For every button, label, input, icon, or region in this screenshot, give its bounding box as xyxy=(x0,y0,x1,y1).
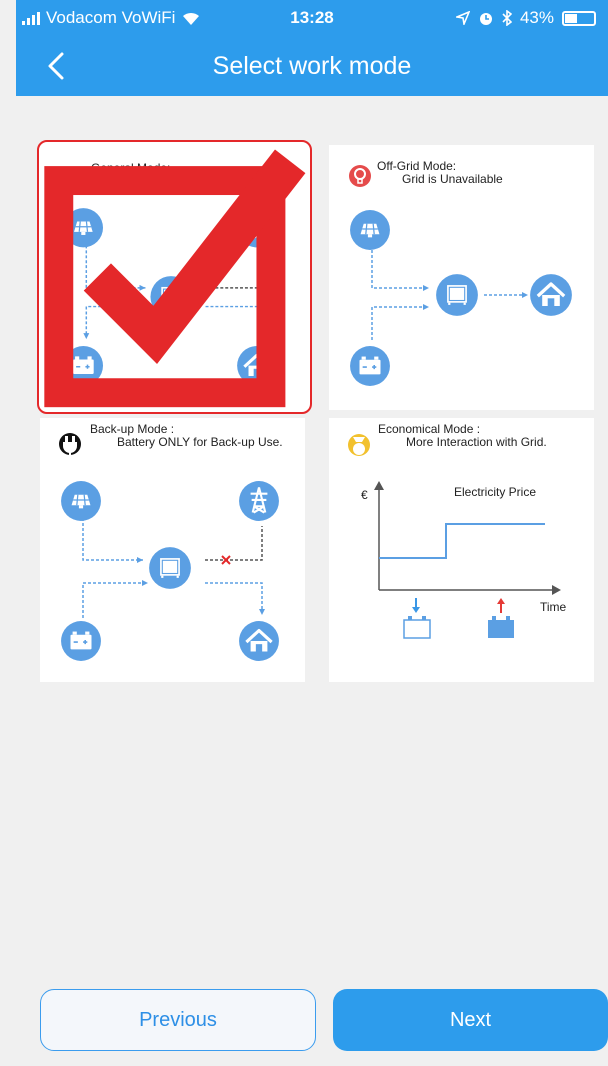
inverter-icon xyxy=(435,273,479,317)
alarm-icon xyxy=(479,13,492,25)
mode-subtitle: Grid is Unavailable xyxy=(402,172,503,186)
battery-icon xyxy=(349,345,391,387)
bluetooth-icon xyxy=(502,10,512,26)
location-icon xyxy=(455,11,470,25)
plug-icon xyxy=(59,433,81,456)
app-bar: Vodacom VoWiFi 13:28 43% Select work mod… xyxy=(16,0,608,96)
solar-panel-icon xyxy=(60,480,102,522)
home-icon xyxy=(529,273,573,317)
battery-icon xyxy=(60,620,102,662)
status-bar: Vodacom VoWiFi 13:28 43% xyxy=(16,0,608,38)
chart-y-label: € xyxy=(361,488,368,502)
mode-card-backup[interactable]: Back-up Mode : Battery ONLY for Back-up … xyxy=(40,418,305,682)
mode-card-off-grid[interactable]: Off-Grid Mode: Grid is Unavailable xyxy=(329,145,594,410)
price-line xyxy=(379,523,545,559)
money-bag-icon xyxy=(348,434,370,456)
selected-check-icon xyxy=(44,149,306,408)
off-grid-mode-icon xyxy=(349,165,371,187)
charging-battery-icon xyxy=(403,616,431,639)
discharging-battery-icon xyxy=(488,616,514,638)
battery-percent: 43% xyxy=(519,8,554,27)
chart-x-label: Time xyxy=(540,600,567,614)
mode-subtitle: Battery ONLY for Back-up Use. xyxy=(117,435,283,449)
battery-icon xyxy=(562,10,596,26)
mode-card-general[interactable]: General Mode: Self-use First xyxy=(37,140,312,414)
mode-card-economical[interactable]: Economical Mode : More Interaction with … xyxy=(329,418,594,682)
previous-button[interactable]: Previous xyxy=(40,989,316,1051)
inverter-icon xyxy=(148,546,192,590)
power-grid-icon xyxy=(238,480,280,522)
backup-mode-diagram xyxy=(59,433,280,662)
economical-mode-diagram xyxy=(348,434,561,639)
home-icon xyxy=(238,620,280,662)
mode-subtitle: More Interaction with Grid. xyxy=(406,435,547,449)
solar-panel-icon xyxy=(349,209,391,251)
next-button[interactable]: Next xyxy=(333,989,608,1051)
chart-title: Electricity Price xyxy=(454,485,537,499)
page-title: Select work mode xyxy=(212,52,412,80)
